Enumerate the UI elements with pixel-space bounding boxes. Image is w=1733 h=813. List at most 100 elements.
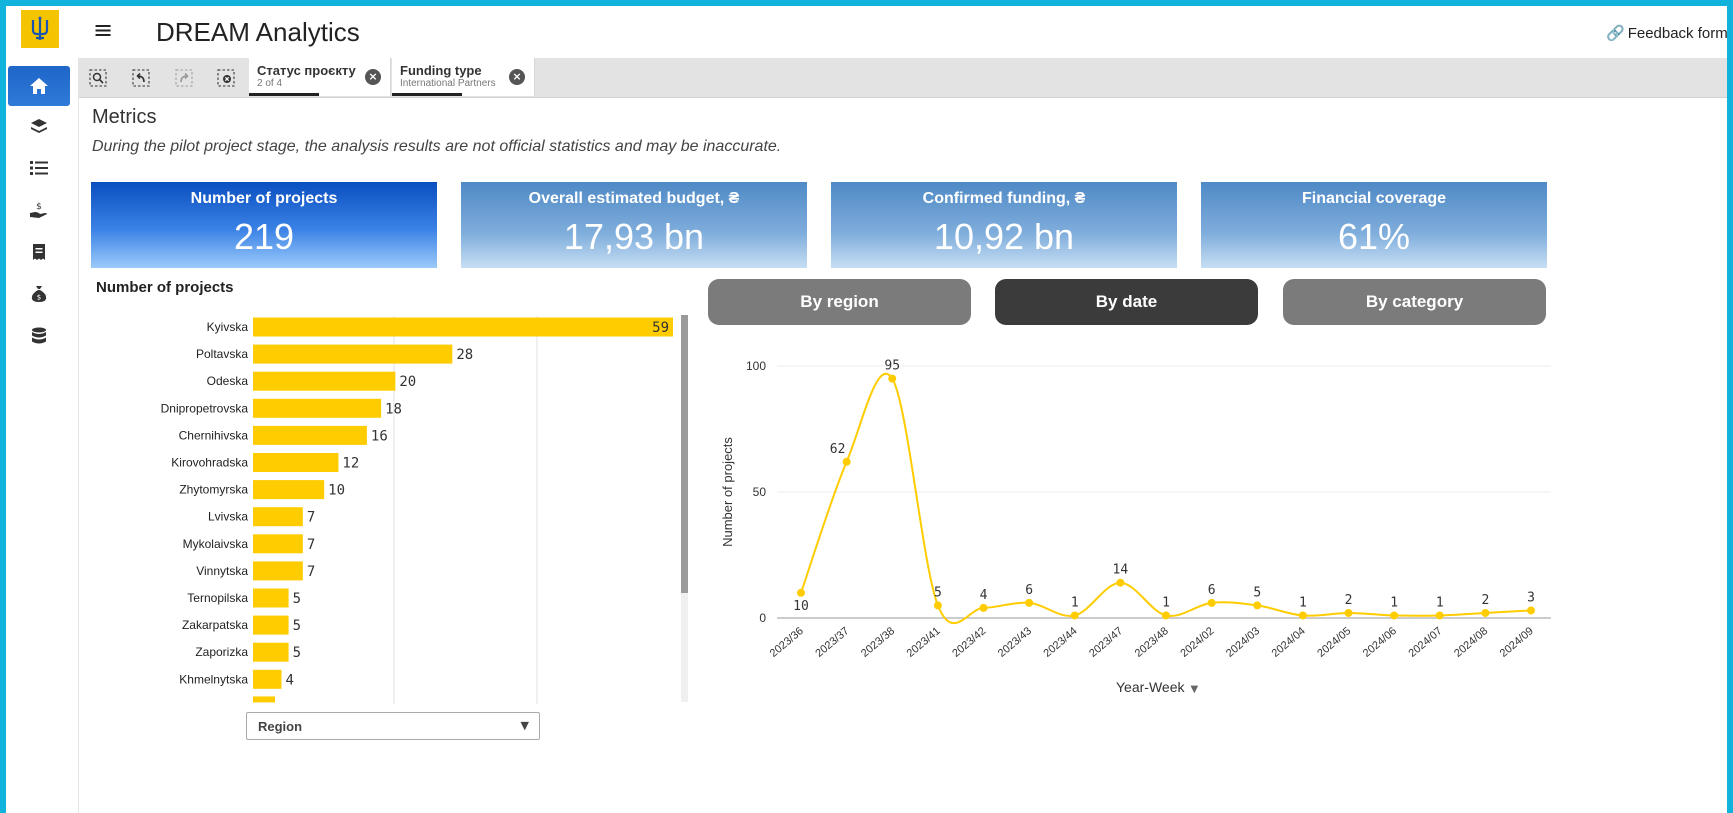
bar	[253, 317, 673, 337]
category-label: Vinnytska	[196, 564, 248, 578]
x-tick-label: 2023/42	[950, 625, 988, 660]
category-label: Zaporizka	[195, 645, 248, 659]
step-forward-icon	[175, 69, 193, 87]
clear-selections-button[interactable]	[216, 68, 236, 88]
data-point	[888, 374, 897, 383]
bar	[253, 398, 382, 418]
category-label: Odeska	[207, 374, 249, 388]
kpi-confirmed-funding[interactable]: Confirmed funding, ₴ 10,92 bn	[831, 182, 1177, 268]
bar	[253, 669, 282, 689]
search-selections-icon	[89, 69, 107, 87]
bar	[253, 615, 289, 635]
date-line-chart[interactable]: 050100Number of projects102023/36622023/…	[711, 346, 1551, 676]
dimension-select[interactable]: Region ▼	[246, 712, 540, 740]
sidebar-item-budget[interactable]: $	[8, 274, 70, 314]
data-label: 10	[793, 599, 809, 614]
data-point	[842, 457, 851, 466]
svg-text:$: $	[36, 202, 42, 212]
filter-subtitle: International Partners	[400, 78, 496, 89]
dimension-select-value: Region	[258, 719, 303, 734]
filter-chip-funding-type[interactable]: Funding type International Partners ×	[392, 58, 535, 96]
toggle-by-date[interactable]: By date	[995, 279, 1258, 325]
sidebar-item-database[interactable]	[8, 316, 70, 356]
bar	[253, 425, 367, 445]
data-point	[1435, 611, 1444, 620]
sidebar-item-layers[interactable]	[8, 107, 70, 147]
data-point	[1390, 611, 1399, 620]
filter-selection-bar	[249, 93, 319, 96]
y-axis-label: Number of projects	[720, 437, 735, 547]
clear-selections-icon	[217, 69, 235, 87]
close-icon[interactable]: ×	[509, 69, 525, 85]
kpi-number-of-projects[interactable]: Number of projects 219	[91, 182, 437, 268]
x-tick-label: 2023/44	[1042, 625, 1080, 660]
data-point	[1527, 606, 1535, 615]
data-label: 5	[1253, 585, 1261, 600]
data-label: 20	[399, 374, 416, 390]
category-label: Zakarpatska	[182, 618, 248, 632]
data-label: 12	[342, 456, 359, 472]
data-label: 4	[285, 672, 293, 688]
step-forward-button[interactable]	[174, 68, 194, 88]
y-tick-label: 100	[746, 359, 766, 373]
region-bar-chart[interactable]: Kyivska 59 Poltavska 28 Odeska 20 Dnipropetrov…	[96, 306, 681, 704]
category-label: Kirovohradska	[171, 456, 248, 470]
sidebar-item-list[interactable]	[8, 148, 70, 188]
data-label: 1	[1436, 595, 1444, 610]
data-label: 2	[1345, 593, 1353, 608]
logo[interactable]	[21, 10, 59, 48]
x-axis-title[interactable]: Year-Week ▼	[1116, 679, 1198, 695]
data-point	[1116, 578, 1125, 587]
filter-chip-project-status[interactable]: Статус проєкту 2 of 4 ×	[249, 58, 391, 96]
kpi-estimated-budget[interactable]: Overall estimated budget, ₴ 17,93 bn	[461, 182, 807, 268]
category-label: Zhytomyrska	[179, 483, 248, 497]
toggle-by-region[interactable]: By region	[708, 279, 971, 325]
data-label: 2	[1481, 593, 1489, 608]
bar	[253, 642, 289, 662]
kpi-financial-coverage[interactable]: Financial coverage 61%	[1201, 182, 1547, 268]
x-tick-label: 2023/38	[859, 625, 897, 660]
data-label: 3	[1527, 590, 1535, 605]
data-point	[797, 588, 805, 597]
category-label: Mykolaivska	[183, 537, 249, 551]
filter-subtitle: 2 of 4	[257, 78, 283, 89]
page-title: Metrics	[92, 106, 157, 128]
selections-toolbar: Статус проєкту 2 of 4 × Funding type Int…	[79, 58, 1727, 98]
bar	[253, 480, 325, 500]
data-label: 1	[1299, 595, 1307, 610]
category-label: Poltavska	[196, 347, 248, 361]
data-label: 16	[371, 428, 388, 444]
data-label: 1	[1390, 595, 1398, 610]
data-point	[1070, 611, 1079, 620]
data-label: 14	[1113, 563, 1129, 578]
list-icon	[30, 161, 48, 175]
data-label: 6	[1025, 583, 1033, 598]
bar-chart-scrollbar-thumb[interactable]	[681, 315, 688, 593]
feedback-link[interactable]: 🔗 Feedback form	[1606, 24, 1727, 42]
toggle-by-category[interactable]: By category	[1283, 279, 1546, 325]
svg-text:$: $	[37, 294, 41, 302]
hamburger-icon[interactable]: ≡	[93, 16, 113, 44]
data-label: 5	[293, 645, 301, 661]
filter-title: Статус проєкту	[257, 63, 356, 78]
data-point	[1481, 608, 1490, 617]
search-selections-button[interactable]	[88, 68, 108, 88]
data-label: 62	[830, 442, 846, 457]
data-point	[1207, 598, 1216, 607]
sidebar-item-home[interactable]	[8, 66, 70, 106]
x-axis-label: Year-Week	[1116, 679, 1185, 695]
data-label: 5	[293, 618, 301, 634]
database-icon	[32, 327, 46, 344]
x-tick-label: 2024/09	[1498, 625, 1536, 660]
sidebar-item-receipts[interactable]	[8, 232, 70, 272]
step-back-button[interactable]	[131, 68, 151, 88]
close-icon[interactable]: ×	[365, 69, 381, 85]
hand-money-icon: $	[30, 202, 47, 218]
x-tick-label: 2023/48	[1133, 625, 1171, 660]
x-tick-label: 2024/08	[1452, 625, 1490, 660]
chevron-down-icon: ▼	[520, 719, 529, 732]
category-label: Kyivska	[207, 320, 249, 334]
sidebar-item-funding[interactable]: $	[8, 190, 70, 230]
kpi-value: 61%	[1337, 216, 1411, 257]
data-label: 4	[980, 588, 988, 603]
